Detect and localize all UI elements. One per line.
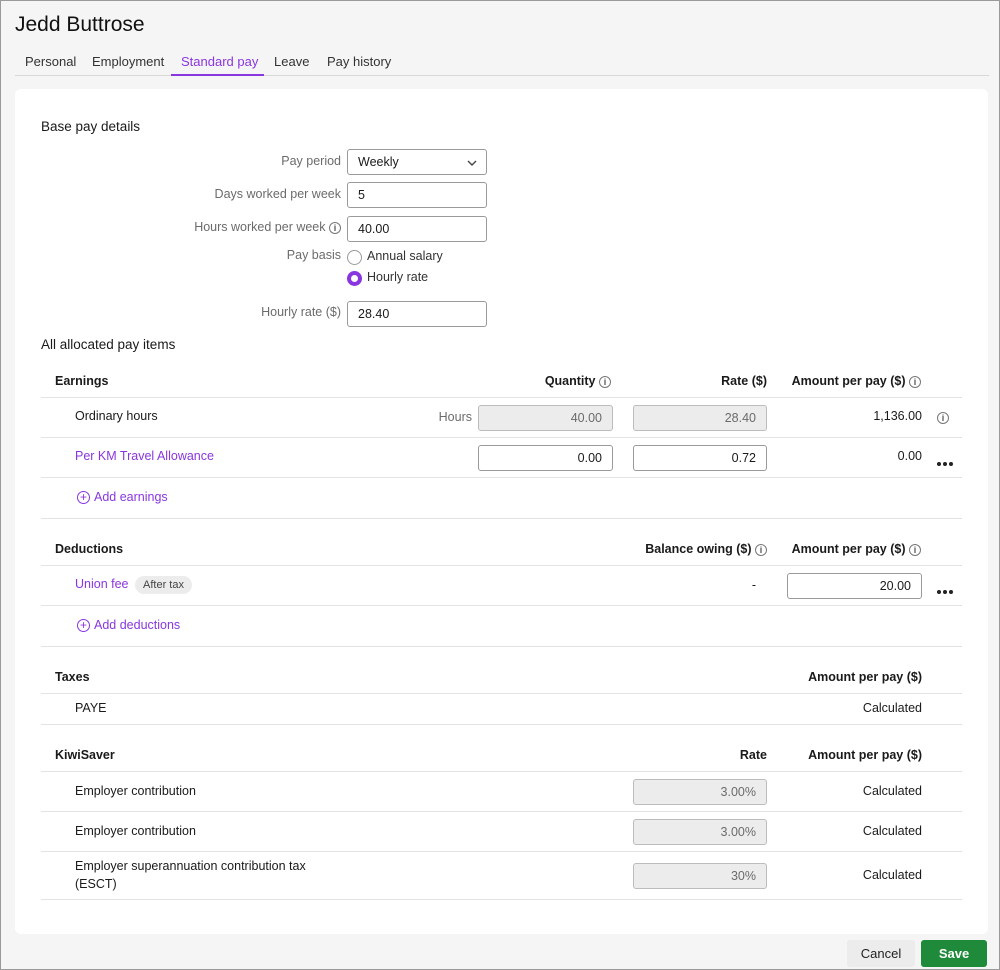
hourly-rate-radio-label: Hourly rate (367, 270, 429, 284)
pay-items-heading: All allocated pay items (41, 337, 176, 352)
hourly-rate-radio[interactable] (347, 271, 362, 286)
employer-contribution-name: Employer contribution (75, 784, 196, 798)
balance-owing-column-header: Balance owing ($) i (615, 542, 767, 556)
tab-pay-history[interactable]: Pay history (327, 54, 391, 69)
deductions-heading: Deductions (55, 542, 124, 556)
travel-allowance-quantity-input[interactable]: 0.00 (478, 445, 613, 471)
divider (41, 724, 962, 725)
pay-period-label: Pay period (281, 154, 341, 168)
union-fee-link[interactable]: Union fee (75, 577, 129, 591)
divider (41, 437, 962, 438)
after-tax-badge: After tax (135, 576, 192, 594)
ordinary-hours-rate: 28.40 (633, 405, 767, 431)
divider (41, 397, 962, 398)
quantity-header-text: Quantity (544, 374, 596, 388)
standard-pay-panel: Base pay details Pay period Weekly Days … (15, 89, 988, 934)
ordinary-hours-name: Ordinary hours (75, 409, 158, 423)
divider (41, 518, 962, 519)
hours-unit-label: Hours (438, 410, 472, 424)
add-earnings-button[interactable]: + Add earnings (77, 490, 168, 505)
more-options-icon[interactable] (937, 583, 955, 594)
employer-contribution-rate: 3.00% (633, 819, 767, 845)
esct-amount: Calculated (862, 868, 922, 882)
days-worked-input[interactable]: 5 (347, 182, 487, 208)
employer-contribution-rate: 3.00% (633, 779, 767, 805)
tab-personal[interactable]: Personal (25, 54, 76, 69)
pay-period-select[interactable]: Weekly (347, 149, 487, 175)
deductions-amount-column-header: Amount per pay ($) i (775, 542, 921, 556)
rate-column-header: Rate ($) (721, 374, 767, 388)
page-title: Jedd Buttrose (15, 13, 145, 36)
esct-rate: 30% (633, 863, 767, 889)
travel-allowance-rate-input[interactable]: 0.72 (633, 445, 767, 471)
earnings-heading: Earnings (55, 374, 109, 388)
kiwisaver-rate-column-header: Rate (739, 748, 767, 762)
info-icon[interactable]: i (909, 375, 921, 388)
tab-employment[interactable]: Employment (92, 54, 164, 69)
divider (41, 811, 962, 812)
employer-contribution-amount: Calculated (862, 824, 922, 838)
divider (41, 693, 962, 694)
taxes-amount-column-header: Amount per pay ($) (808, 670, 922, 684)
pay-basis-label: Pay basis (286, 248, 341, 262)
kiwisaver-amount-column-header: Amount per pay ($) (808, 748, 922, 762)
days-worked-label: Days worked per week (214, 187, 341, 201)
more-options-icon[interactable] (937, 455, 955, 466)
deductions-amount-header-text: Amount per pay ($) (791, 542, 906, 556)
save-button[interactable]: Save (921, 940, 987, 967)
info-icon[interactable]: i (909, 543, 921, 556)
hours-worked-label: Hours worked per week i (75, 220, 341, 234)
paye-name: PAYE (75, 701, 107, 715)
balance-owing-header-text: Balance owing ($) (645, 542, 752, 556)
info-icon[interactable]: i (329, 221, 341, 234)
add-icon: + (77, 491, 90, 505)
info-icon[interactable]: i (755, 543, 767, 556)
add-deductions-button[interactable]: + Add deductions (77, 618, 181, 633)
hours-worked-input[interactable]: 40.00 (347, 216, 487, 242)
divider (41, 851, 962, 852)
union-fee-amount-input[interactable]: 20.00 (787, 573, 922, 599)
quantity-column-header: Quantity i (485, 374, 611, 388)
amount-header-text: Amount per pay ($) (791, 374, 906, 388)
chevron-down-icon (467, 160, 477, 166)
travel-allowance-link[interactable]: Per KM Travel Allowance (75, 449, 214, 463)
add-earnings-label: Add earnings (94, 490, 168, 504)
pay-period-value: Weekly (358, 155, 399, 169)
divider (41, 646, 962, 647)
info-icon[interactable]: i (937, 412, 949, 424)
union-fee-balance: - (751, 578, 756, 592)
employer-contribution-amount: Calculated (862, 784, 922, 798)
kiwisaver-heading: KiwiSaver (55, 748, 115, 762)
travel-allowance-amount: 0.00 (897, 449, 922, 463)
hourly-rate-label: Hourly rate ($) (261, 305, 341, 319)
add-icon: + (77, 619, 90, 633)
paye-amount: Calculated (862, 701, 922, 715)
annual-salary-radio[interactable] (347, 250, 362, 265)
info-icon[interactable]: i (599, 375, 611, 388)
divider (41, 771, 962, 772)
tab-bar: Personal Employment Standard pay Leave P… (15, 51, 989, 76)
hourly-rate-input[interactable]: 28.40 (347, 301, 487, 327)
esct-name-line1: Employer superannuation contribution tax (75, 859, 306, 873)
ordinary-hours-quantity: 40.00 (478, 405, 613, 431)
add-deductions-label: Add deductions (94, 618, 181, 632)
amount-column-header: Amount per pay ($) i (775, 374, 921, 388)
divider (41, 565, 962, 566)
divider (41, 899, 962, 900)
taxes-heading: Taxes (55, 670, 90, 684)
hours-worked-label-text: Hours worked per week (194, 220, 326, 234)
cancel-button[interactable]: Cancel (847, 940, 915, 967)
esct-name-line2: (ESCT) (75, 877, 117, 891)
active-tab-indicator (171, 74, 264, 76)
annual-salary-label: Annual salary (367, 249, 443, 263)
ordinary-hours-amount: 1,136.00 (873, 409, 922, 423)
divider (41, 605, 962, 606)
employer-contribution-name: Employer contribution (75, 824, 196, 838)
divider (41, 477, 962, 478)
tab-leave[interactable]: Leave (274, 54, 309, 69)
base-pay-heading: Base pay details (41, 119, 141, 134)
tab-standard-pay[interactable]: Standard pay (181, 54, 258, 69)
